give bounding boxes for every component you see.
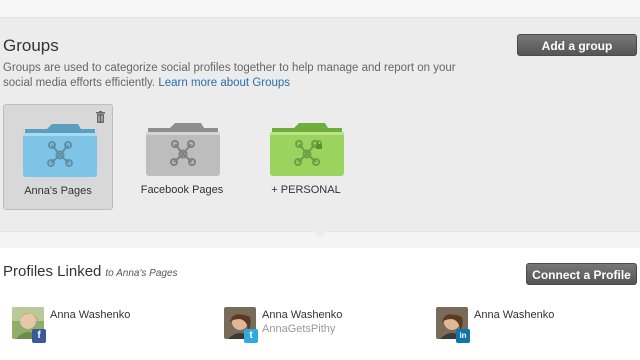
panel-pointer [312,230,328,238]
learn-more-link[interactable]: Learn more about Groups [158,77,290,89]
folder-label: + PERSONAL [271,184,341,196]
connect-profile-button[interactable]: Connect a Profile [526,263,637,285]
folder-label: Facebook Pages [140,184,224,196]
profiles-subtitle: to Anna's Pages [105,268,178,279]
group-folder-annas-pages[interactable]: Anna's Pages [3,104,113,210]
profile-name: Anna Washenko [474,309,555,321]
group-folder-facebook-pages[interactable]: Facebook Pages [127,104,237,210]
profiles-title: Profiles Linked to Anna's Pages [3,263,178,280]
facebook-icon: f [32,329,46,343]
groups-description: Groups are used to categorize social pro… [3,61,463,91]
profile-handle: AnnaGetsPithy [262,323,336,335]
groups-title: Groups [3,36,59,55]
folder-icon [23,124,97,177]
add-group-button[interactable]: Add a group [517,34,637,56]
linkedin-icon: in [456,329,470,343]
folder-icon [270,123,344,176]
profile-name: Anna Washenko [262,309,343,321]
folder-label: Anna's Pages [24,185,92,197]
profile-name: Anna Washenko [50,309,131,321]
profiles-title-text: Profiles Linked [3,263,102,280]
folder-icon [146,123,220,176]
group-folder-personal[interactable]: + PERSONAL [251,104,361,210]
top-strip [0,0,640,17]
groups-panel: Groups Groups are used to categorize soc… [0,17,640,232]
lock-icon [315,137,323,155]
twitter-icon: t [244,329,258,343]
